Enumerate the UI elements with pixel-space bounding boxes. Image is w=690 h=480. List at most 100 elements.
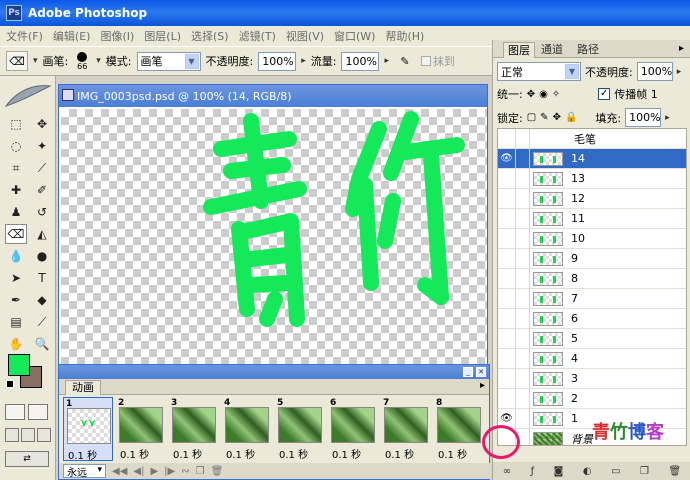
frame-delay[interactable]: 0.1 秒 (226, 446, 255, 461)
erase-to-history-checkbox[interactable]: 抹到 (421, 53, 455, 69)
visibility-toggle[interactable] (498, 228, 516, 249)
flow-input[interactable]: 100% (341, 51, 380, 71)
pen-tool-icon[interactable]: ✒ (5, 290, 27, 310)
visibility-toggle[interactable] (498, 368, 516, 389)
magic-wand-icon[interactable]: ✦ (31, 136, 53, 156)
visibility-toggle[interactable] (498, 208, 516, 229)
frame-delay[interactable]: 0.1 秒 (173, 446, 202, 461)
opacity-input[interactable]: 100% (258, 51, 297, 71)
screen-mode-full-icon[interactable] (37, 428, 51, 442)
layer-opacity-input[interactable]: 100% (636, 62, 673, 81)
layer-row[interactable]: 4 (498, 348, 686, 369)
visibility-toggle[interactable] (498, 268, 516, 289)
delete-frame-icon[interactable]: 🗑 (211, 466, 224, 477)
layer-row[interactable]: 7 (498, 288, 686, 309)
visibility-toggle[interactable] (498, 348, 516, 369)
quick-mask-icon[interactable] (28, 404, 48, 420)
animation-frame[interactable]: 6 0.1 秒 (328, 397, 378, 461)
frame-delay[interactable]: 0.1 秒 (332, 446, 361, 461)
link-toggle[interactable] (516, 368, 530, 389)
layer-style-icon[interactable]: ƒ (531, 466, 535, 477)
dodge-tool-icon[interactable]: ● (31, 246, 53, 266)
mode-select[interactable]: 画笔 ▼ (136, 51, 201, 71)
unify-visibility-icon[interactable]: ◉ (539, 89, 548, 100)
menu-filter[interactable]: 滤镜(T) (239, 28, 276, 44)
default-colors-icon[interactable] (6, 380, 14, 388)
menu-file[interactable]: 文件(F) (6, 28, 43, 44)
lock-all-icon[interactable]: 🔒 (565, 112, 577, 123)
hand-tool-icon[interactable]: ✋ (5, 334, 27, 354)
tab-paths[interactable]: 路径 (573, 42, 603, 58)
first-frame-icon[interactable]: ◀◀ (112, 466, 127, 477)
healing-brush-icon[interactable]: ✚ (5, 180, 27, 200)
panel-menu-icon[interactable]: ▸ (480, 380, 485, 391)
propagate-frame-checkbox[interactable]: ✓ (598, 88, 611, 100)
link-toggle[interactable] (516, 408, 530, 429)
frame-delay[interactable]: 0.1 秒 (120, 446, 149, 461)
tab-channels[interactable]: 通道 (537, 42, 567, 58)
shape-tool-icon[interactable]: ◆ (31, 290, 53, 310)
lock-transparency-icon[interactable]: ▢ (527, 112, 536, 123)
menu-layer[interactable]: 图层(L) (144, 28, 181, 44)
notes-tool-icon[interactable]: ▤ (5, 312, 27, 332)
unify-position-icon[interactable]: ✥ (527, 89, 535, 100)
lasso-tool-icon[interactable]: ◌ (5, 136, 27, 156)
visibility-toggle[interactable] (498, 188, 516, 209)
foreground-color-swatch[interactable] (8, 354, 30, 376)
panel-menu-icon[interactable]: ▸ (679, 43, 684, 54)
link-toggle[interactable] (516, 288, 530, 309)
link-toggle[interactable] (516, 348, 530, 369)
brush-dropdown-icon[interactable]: ▾ (96, 56, 101, 66)
history-brush-icon[interactable]: ↺ (31, 202, 53, 222)
brush-tool-icon[interactable]: ✐ (31, 180, 53, 200)
tween-icon[interactable]: ∾ (181, 466, 189, 477)
opacity-slider-arrow-icon[interactable]: ▸ (301, 56, 306, 66)
brush-picker[interactable]: 66 (73, 51, 91, 71)
animation-frame[interactable]: 5 0.1 秒 (275, 397, 325, 461)
jump-to-imageready-icon[interactable]: ⇄ (5, 451, 49, 467)
zoom-tool-icon[interactable]: 🔍 (31, 334, 53, 354)
menu-image[interactable]: 图像(I) (100, 28, 134, 44)
tab-layers[interactable]: 图层 (503, 42, 535, 58)
eraser-preset-icon[interactable]: ⌫ (6, 51, 28, 71)
minimize-icon[interactable]: _ (463, 367, 473, 377)
lock-position-icon[interactable]: ✥ (553, 112, 561, 123)
link-toggle[interactable] (516, 129, 530, 149)
layer-row[interactable]: 13 (498, 168, 686, 189)
fill-arrow-icon[interactable]: ▸ (665, 113, 670, 123)
screen-mode-full-menu-icon[interactable] (21, 428, 35, 442)
loop-select[interactable]: 永远 (63, 464, 106, 479)
menu-view[interactable]: 视图(V) (286, 28, 324, 44)
layer-mask-icon[interactable]: ◙ (554, 466, 564, 477)
adjustment-layer-icon[interactable]: ◐ (583, 466, 592, 477)
flow-slider-arrow-icon[interactable]: ▸ (384, 56, 389, 66)
visibility-toggle[interactable] (498, 328, 516, 349)
layer-row[interactable]: 6 (498, 308, 686, 329)
animation-frame[interactable]: 7 0.1 秒 (381, 397, 431, 461)
eyedropper-icon[interactable]: ⟋ (31, 312, 53, 332)
link-toggle[interactable] (516, 248, 530, 269)
new-group-icon[interactable]: ▭ (611, 466, 620, 477)
frame-delay[interactable]: 0.1 秒 (385, 446, 414, 461)
layer-row[interactable]: 9 (498, 248, 686, 269)
slice-tool-icon[interactable]: ⟋ (31, 158, 53, 178)
play-icon[interactable]: ▶ (150, 466, 158, 477)
next-frame-icon[interactable]: |▶ (164, 466, 175, 477)
animation-frame[interactable]: 8 0.1 秒 (434, 397, 484, 461)
airbrush-icon[interactable]: ✎ (394, 51, 416, 71)
link-toggle[interactable] (516, 328, 530, 349)
visibility-toggle[interactable] (498, 168, 516, 189)
paint-bucket-icon[interactable]: ◭ (31, 224, 53, 244)
visibility-toggle[interactable] (498, 388, 516, 409)
layer-row[interactable]: 毛笔 (498, 129, 686, 149)
clone-stamp-icon[interactable]: ♟ (5, 202, 27, 222)
link-layers-icon[interactable]: ∞ (503, 466, 511, 477)
new-layer-icon[interactable]: ❐ (640, 466, 649, 477)
visibility-toggle[interactable] (498, 308, 516, 329)
layer-row[interactable]: 2 (498, 388, 686, 409)
animation-frame[interactable]: 1 ⋎⋎ 0.1 秒 (63, 397, 113, 462)
visibility-toggle[interactable] (498, 288, 516, 309)
link-toggle[interactable] (516, 148, 530, 169)
frame-delay[interactable]: 0.1 秒 (279, 446, 308, 461)
layer-row[interactable]: 11 (498, 208, 686, 229)
